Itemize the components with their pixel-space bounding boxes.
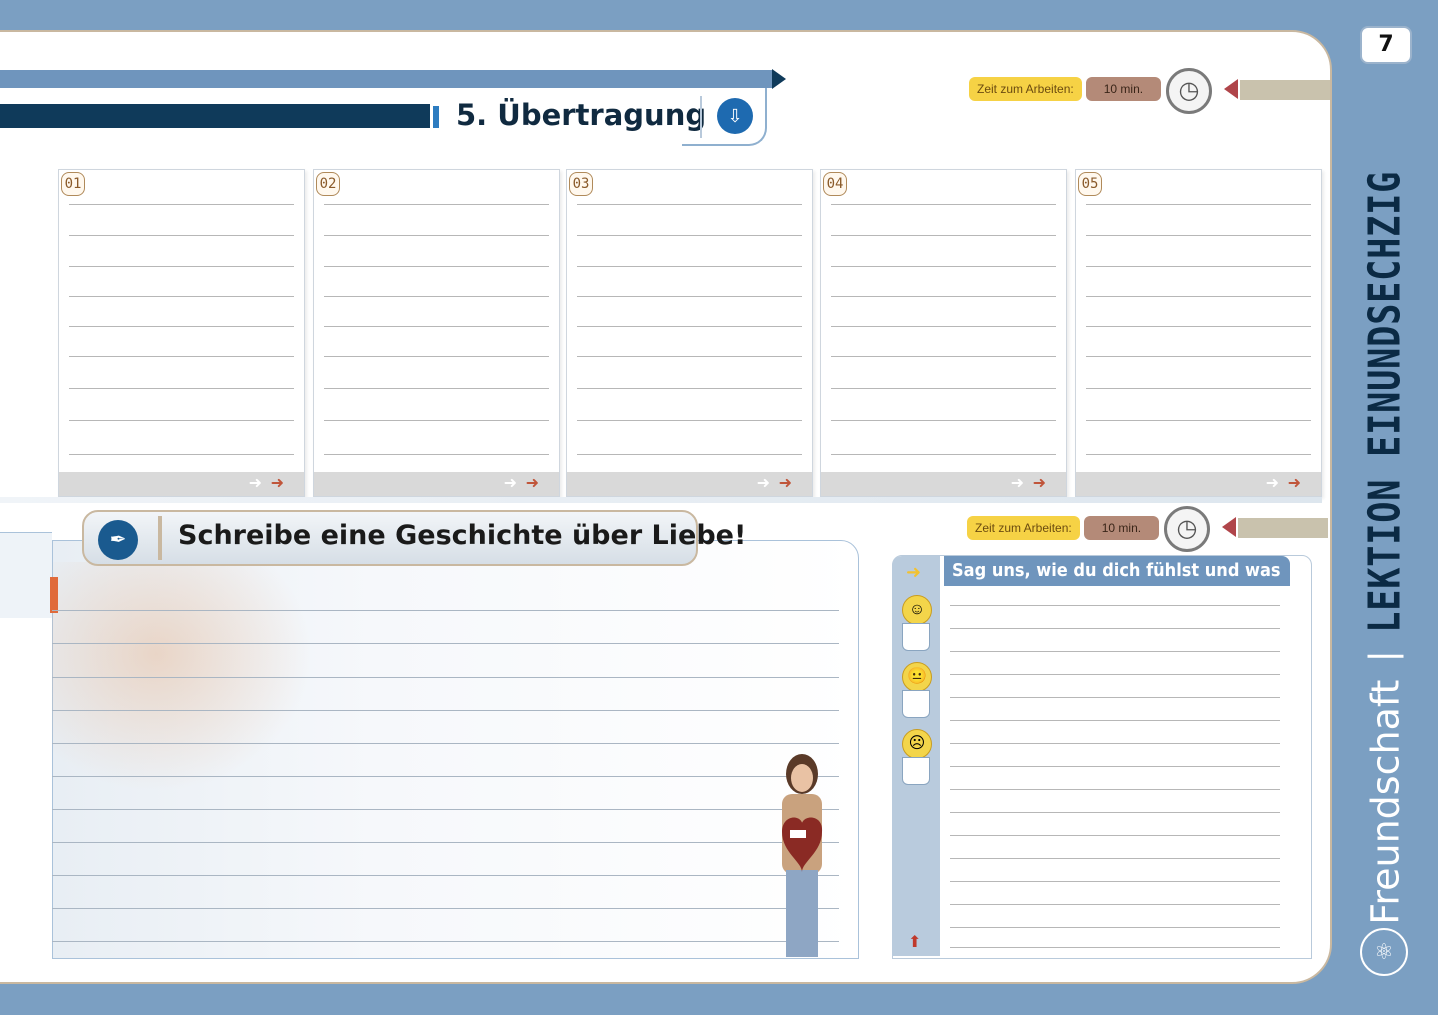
section-divider	[0, 497, 1322, 503]
brain-atom-icon: ⚛	[1360, 928, 1408, 976]
box-number: 05	[1078, 172, 1102, 196]
left-stub-panel	[0, 532, 52, 618]
arrow-right-icon: ➜	[248, 475, 262, 492]
neutral-checkbox[interactable]	[902, 690, 930, 718]
answer-box-01[interactable]: 01 ➜ ➜	[58, 169, 305, 497]
arrow-right-icon: ➜	[906, 562, 922, 582]
header-separator	[700, 96, 702, 138]
box-footer	[821, 472, 1066, 496]
girl-with-heart-image	[782, 754, 823, 957]
title-separator	[1367, 654, 1403, 658]
box-number: 03	[569, 172, 593, 196]
timer-pointer-icon	[1222, 517, 1236, 537]
sad-face-icon: ☹	[902, 729, 932, 759]
writing-task-title: Schreibe eine Geschichte über Liebe!	[178, 520, 747, 551]
timer-value: 10 min.	[1085, 77, 1162, 101]
answer-box-05[interactable]: 05 ➜ ➜	[1075, 169, 1322, 497]
header-marker	[433, 106, 439, 128]
timer-bar	[1238, 518, 1328, 538]
sad-checkbox[interactable]	[902, 757, 930, 785]
box-footer	[567, 472, 812, 496]
timer-label: Zeit zum Arbeiten:	[967, 516, 1080, 540]
box-footer	[314, 472, 559, 496]
answer-box-02[interactable]: 02 ➜ ➜	[313, 169, 560, 497]
timer-pointer-icon	[1224, 79, 1238, 99]
arrow-right-icon[interactable]: ➜	[526, 473, 539, 493]
box-footer	[1076, 472, 1321, 496]
pen-nib-icon: ✒	[98, 520, 138, 560]
box-number: 01	[61, 172, 85, 196]
stopwatch-icon: ◷	[1164, 506, 1210, 552]
section-title: 5. Übertragung	[456, 98, 707, 132]
arrow-right-icon: ➜	[1265, 475, 1279, 492]
side-title-area: Freundschaft LEKTION EINUNDSECHZIG	[1340, 130, 1430, 925]
download-list-icon[interactable]: ⇩	[717, 98, 753, 134]
happy-face-icon: ☺	[902, 595, 932, 625]
timer-label: Zeit zum Arbeiten:	[969, 77, 1082, 101]
tab-separator	[158, 516, 162, 560]
header-dark-bar	[0, 104, 430, 128]
orange-marker	[50, 577, 58, 613]
reflection-header: Sag uns, wie du dich fühlst und was du g…	[944, 556, 1290, 611]
arrow-right-icon[interactable]: ➜	[1288, 473, 1301, 493]
header-top-bar	[0, 70, 772, 88]
answer-box-03[interactable]: 03 ➜ ➜	[566, 169, 813, 497]
timer-value: 10 min.	[1083, 516, 1160, 540]
work-timer-top: Zeit zum Arbeiten: 10 min.	[969, 77, 1162, 101]
header-arrow-icon	[772, 69, 786, 89]
arrow-up-icon: ⬆	[908, 934, 922, 951]
answer-box-04[interactable]: 04 ➜ ➜	[820, 169, 1067, 497]
box-footer	[59, 472, 304, 496]
worksheet-page: 5. Übertragung ⇩ Zeit zum Arbeiten: 10 m…	[0, 30, 1332, 984]
arrow-right-icon[interactable]: ➜	[271, 473, 284, 493]
happy-checkbox[interactable]	[902, 623, 930, 651]
lesson-title: LEKTION EINUNDSECHZIG	[1359, 170, 1411, 633]
arrow-right-icon: ➜	[756, 475, 770, 492]
arrow-right-icon[interactable]: ➜	[779, 473, 792, 493]
lesson-subtitle: Freundschaft	[1363, 679, 1407, 925]
neutral-face-icon: 😐	[902, 662, 932, 692]
timer-bar	[1240, 80, 1330, 100]
stopwatch-icon: ◷	[1166, 68, 1212, 114]
box-number: 04	[823, 172, 847, 196]
arrow-right-icon[interactable]: ➜	[1033, 473, 1046, 493]
arrow-right-icon: ➜	[1010, 475, 1024, 492]
arrow-right-icon: ➜	[503, 475, 517, 492]
box-number: 02	[316, 172, 340, 196]
work-timer-bottom: Zeit zum Arbeiten: 10 min.	[967, 516, 1160, 540]
